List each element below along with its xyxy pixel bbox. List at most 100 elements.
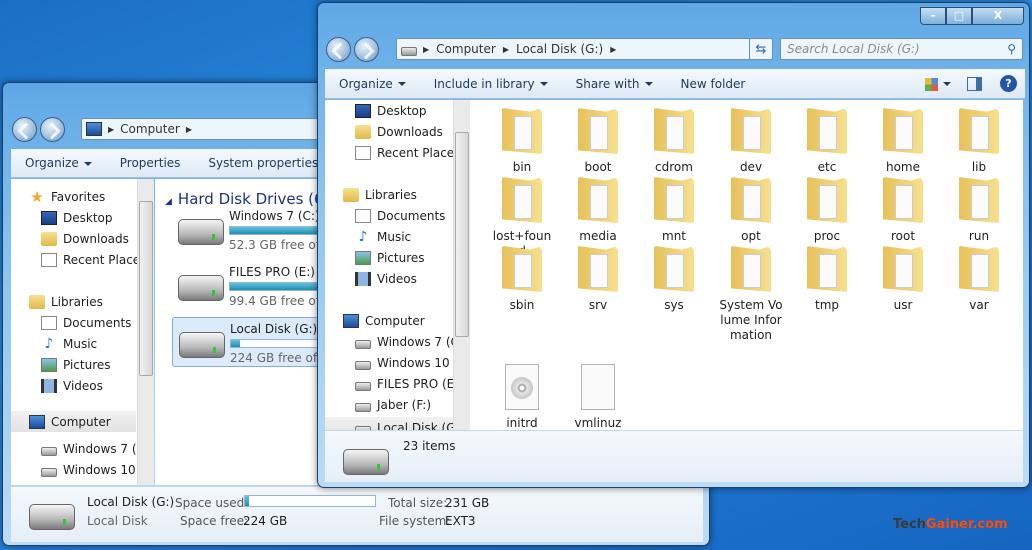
nav-desktop[interactable]: Desktop: [41, 211, 113, 225]
nav-libraries[interactable]: Libraries: [343, 188, 417, 202]
folder-item[interactable]: mnt: [639, 177, 709, 244]
folder-item[interactable]: usr: [868, 246, 938, 313]
nav-windows10[interactable]: Windows 10 (D:): [355, 356, 453, 370]
folder-label: sys: [664, 298, 684, 312]
folder-item[interactable]: srv: [563, 246, 633, 313]
preview-pane-button[interactable]: [957, 76, 992, 91]
file-item[interactable]: initrd: [487, 364, 557, 431]
folder-label: run: [968, 229, 990, 243]
folder-item[interactable]: var: [944, 246, 1014, 313]
folder-label: bin: [512, 160, 532, 174]
help-button[interactable]: ?: [992, 75, 1025, 92]
refresh-button[interactable]: ⇆: [749, 38, 773, 60]
forward-button[interactable]: [40, 117, 65, 142]
folder-icon: [502, 246, 542, 292]
nav-computer[interactable]: Computer: [11, 411, 136, 432]
nav-local-disk[interactable]: Local Disk (G:): [325, 417, 464, 430]
nav-scrollbar[interactable]: [453, 100, 470, 430]
nav-music[interactable]: ♪ Music: [355, 230, 412, 244]
folder-item[interactable]: etc: [792, 108, 862, 175]
details-pane: 23 items: [325, 430, 1023, 482]
views-icon: [925, 77, 938, 91]
navigation-pane: Desktop Downloads Recent Places Librarie…: [325, 100, 470, 430]
nav-windows10[interactable]: Windows 10 (D:): [41, 463, 137, 477]
folder-icon: [807, 108, 847, 154]
folder-item[interactable]: bin: [487, 108, 557, 175]
organize-button[interactable]: Organize: [325, 77, 420, 91]
breadcrumb-arrow-icon: ▶: [185, 124, 192, 134]
details-pane: Local Disk (G:) Local Disk Space used: S…: [11, 486, 703, 542]
search-input[interactable]: Search Local Disk (G:) ⚲: [780, 38, 1023, 60]
folder-item[interactable]: root: [868, 177, 938, 244]
nav-documents[interactable]: Documents: [355, 209, 445, 223]
nav-libraries[interactable]: Libraries: [29, 295, 103, 309]
folder-label: mnt: [662, 229, 686, 243]
organize-button[interactable]: Organize: [11, 156, 106, 170]
folder-item[interactable]: run: [944, 177, 1014, 244]
folder-icon: [654, 177, 694, 223]
folder-item[interactable]: home: [868, 108, 938, 175]
folder-icon: [731, 108, 771, 154]
folder-item[interactable]: lib: [944, 108, 1014, 175]
scroll-thumb[interactable]: [455, 132, 469, 337]
navigation-pane: ★ Favorites Desktop Downloads Recent Plac…: [11, 179, 154, 485]
nav-downloads[interactable]: Downloads: [41, 232, 129, 246]
folder-icon: [883, 246, 923, 292]
change-view-button[interactable]: [919, 77, 957, 91]
drive-icon: [178, 219, 224, 245]
breadcrumb-local-disk[interactable]: Local Disk (G:): [516, 42, 603, 56]
nav-computer[interactable]: Computer: [343, 314, 425, 328]
folder-item[interactable]: System Volume Information: [716, 246, 786, 343]
nav-jaber[interactable]: Jaber (F:): [355, 398, 431, 412]
forward-button[interactable]: [354, 37, 379, 62]
folder-icon: [502, 108, 542, 154]
address-bar[interactable]: ▶ Computer ▶ Local Disk (G:) ▶ ▼: [396, 38, 771, 60]
folder-item[interactable]: opt: [716, 177, 786, 244]
folder-item[interactable]: proc: [792, 177, 862, 244]
share-with-button[interactable]: Share with: [562, 77, 667, 91]
nav-recent-places[interactable]: Recent Places: [41, 253, 146, 267]
folder-item[interactable]: media: [563, 177, 633, 244]
close-button[interactable]: X: [972, 7, 1024, 25]
scroll-thumb[interactable]: [139, 201, 153, 376]
back-button[interactable]: [12, 117, 37, 142]
nav-favorites[interactable]: ★ Favorites: [29, 190, 105, 205]
nav-music[interactable]: ♪ Music: [41, 337, 98, 351]
nav-recent-places[interactable]: Recent Places: [355, 146, 460, 160]
folder-label: media: [579, 229, 617, 243]
drive-name: Windows 7 (C:): [229, 209, 320, 223]
folder-item[interactable]: dev: [716, 108, 786, 175]
preview-pane-icon: [967, 76, 982, 91]
system-properties-button[interactable]: System properties: [194, 156, 332, 170]
nav-videos[interactable]: Videos: [355, 272, 417, 286]
breadcrumb-computer[interactable]: Computer: [120, 122, 180, 136]
folder-label: etc: [817, 160, 837, 174]
breadcrumb-computer[interactable]: Computer: [436, 42, 496, 56]
nav-pictures[interactable]: Pictures: [41, 358, 111, 372]
nav-files-pro[interactable]: FILES PRO (E:): [355, 377, 463, 391]
folder-item[interactable]: sbin: [487, 246, 557, 313]
include-in-library-button[interactable]: Include in library: [420, 77, 562, 91]
properties-button[interactable]: Properties: [106, 156, 195, 170]
search-icon[interactable]: ⚲: [1007, 42, 1016, 56]
folder-item[interactable]: sys: [639, 246, 709, 313]
nav-windows7[interactable]: Windows 7 (C:): [355, 335, 453, 349]
maximize-button[interactable]: □: [946, 7, 972, 25]
minimize-button[interactable]: –: [920, 7, 946, 25]
nav-videos[interactable]: Videos: [41, 379, 103, 393]
nav-pictures[interactable]: Pictures: [355, 251, 425, 265]
nav-documents[interactable]: Documents: [41, 316, 131, 330]
toolbar: Organize Include in library Share with N…: [325, 69, 1025, 99]
nav-scrollbar[interactable]: [137, 179, 154, 485]
folder-item[interactable]: cdrom: [639, 108, 709, 175]
back-button[interactable]: [326, 37, 351, 62]
folder-icon: [502, 177, 542, 223]
nav-downloads[interactable]: Downloads: [355, 125, 443, 139]
folder-item[interactable]: tmp: [792, 246, 862, 313]
details-type: Local Disk: [87, 514, 148, 528]
nav-desktop[interactable]: Desktop: [355, 104, 427, 118]
nav-windows7[interactable]: Windows 7 (C:): [41, 442, 137, 456]
folder-item[interactable]: boot: [563, 108, 633, 175]
file-item[interactable]: vmlinuz: [563, 364, 633, 431]
new-folder-button[interactable]: New folder: [667, 77, 760, 91]
